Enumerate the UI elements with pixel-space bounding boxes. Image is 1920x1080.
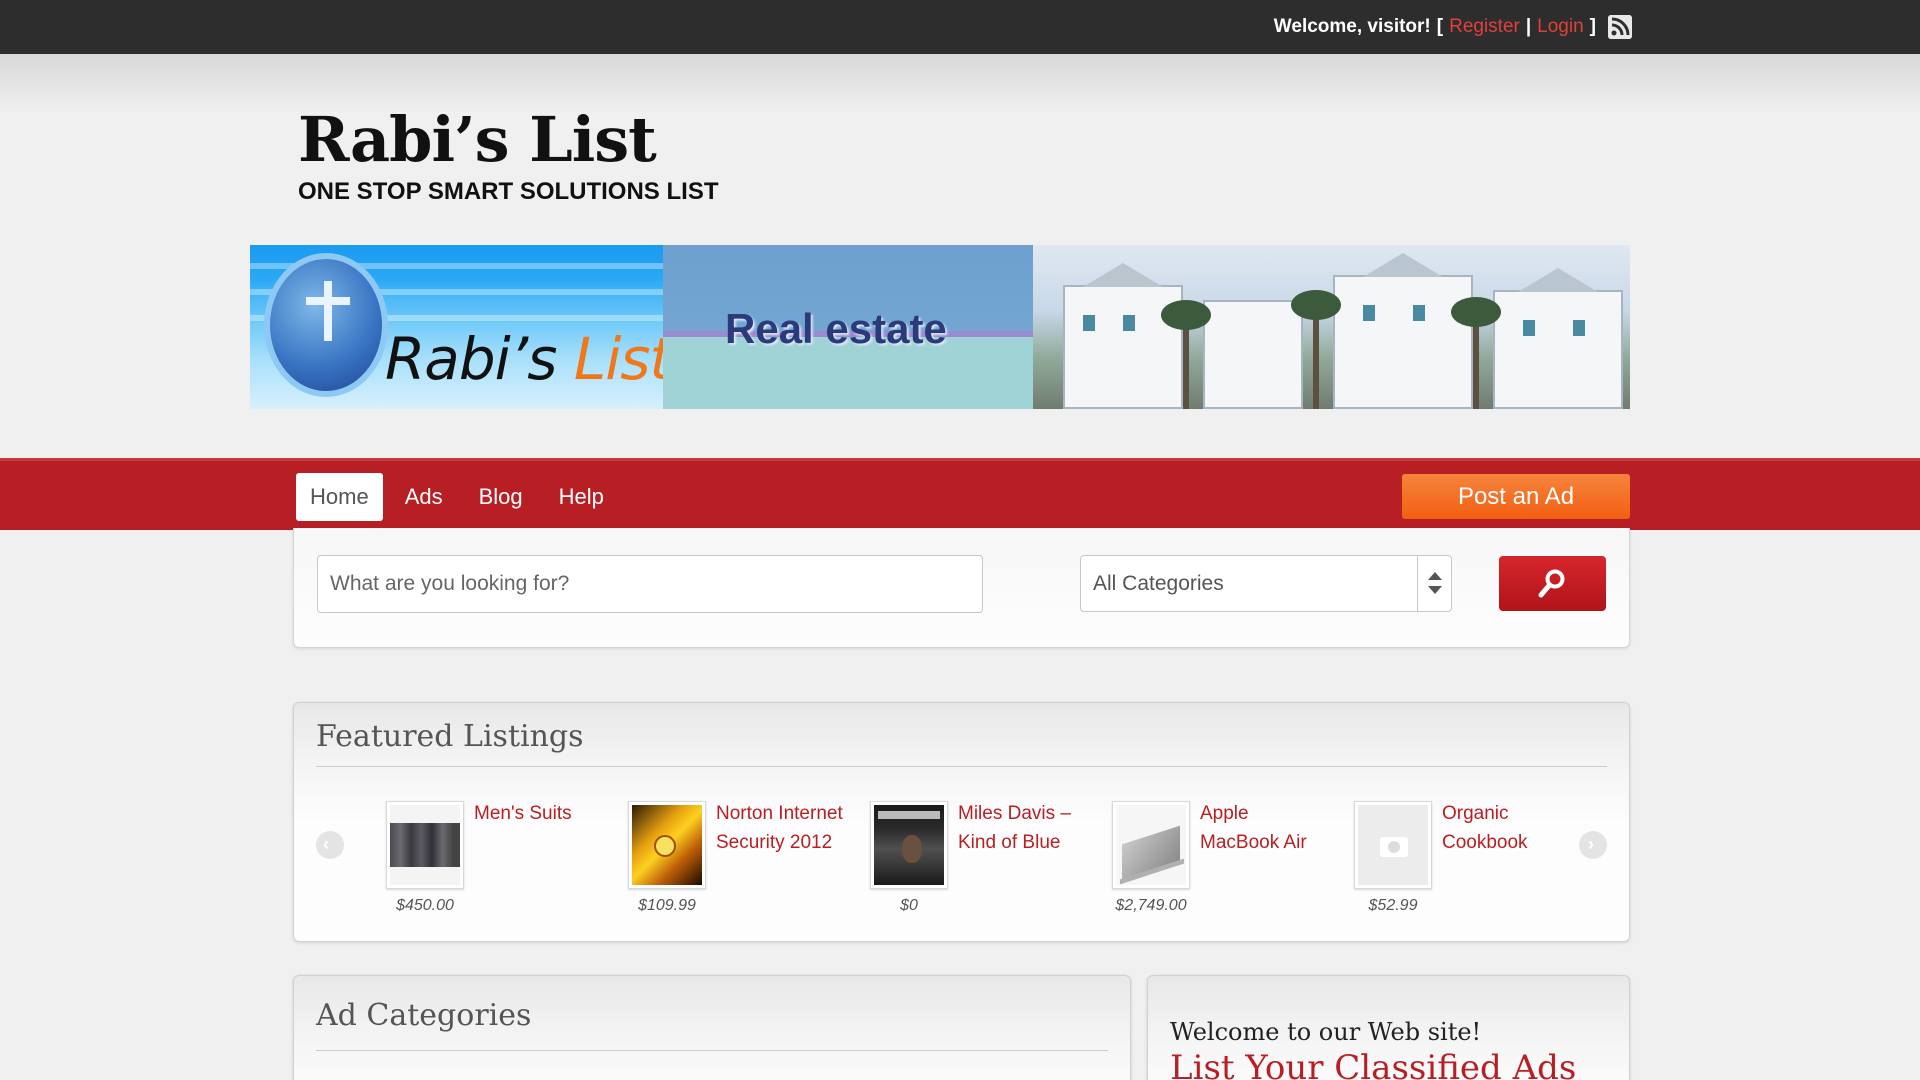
featured-listings-title: Featured Listings [316, 719, 584, 754]
carousel-next-button[interactable]: › [1579, 831, 1607, 859]
listing-thumbnail[interactable] [1112, 801, 1190, 889]
select-arrows-icon [1417, 556, 1451, 611]
banner-brand-text: Rabi’s List [385, 325, 672, 393]
rss-icon[interactable] [1608, 15, 1632, 39]
logo-tagline: ONE STOP SMART SOLUTIONS LIST [298, 178, 719, 205]
site-logo[interactable]: Rabi’s List ONE STOP SMART SOLUTIONS LIS… [298, 104, 718, 206]
chevron-left-icon: ‹ [323, 834, 329, 854]
user-welcome-area: Welcome, visitor! [ Register | Login ] [1274, 12, 1632, 42]
nav-help[interactable]: Help [545, 473, 618, 521]
main-navbar: Home Ads Blog Help Post an Ad [0, 458, 1920, 530]
nav-blog[interactable]: Blog [465, 473, 537, 521]
separator: | [1525, 16, 1532, 37]
header-background [0, 54, 1920, 114]
search-icon [1538, 569, 1565, 598]
chevron-right-icon: › [1588, 834, 1594, 854]
listing-thumbnail[interactable] [628, 801, 706, 889]
close-bracket: ] [1589, 16, 1596, 37]
listing-item[interactable]: Miles Davis – Kind of Blue $0 [870, 799, 1090, 929]
banner-brand-accent: List [573, 325, 672, 393]
globe-icon [264, 253, 388, 397]
listing-item[interactable]: Norton Internet Security 2012 $109.99 [628, 799, 848, 929]
ad-categories-title: Ad Categories [316, 998, 532, 1033]
listing-price: $450.00 [396, 897, 454, 914]
listing-price: $0 [900, 897, 918, 914]
listing-price: $109.99 [638, 897, 696, 914]
category-selected-value: All Categories [1093, 571, 1224, 595]
banner-building-image [1033, 245, 1630, 409]
listing-thumbnail[interactable] [870, 801, 948, 889]
listing-price: $52.99 [1368, 897, 1418, 914]
listing-thumbnail[interactable] [1354, 801, 1432, 889]
banner-middle-section: Real estate [663, 245, 1033, 409]
listing-title[interactable]: Men's Suits [474, 799, 604, 828]
listing-item[interactable]: Organic Cookbook $52.99 [1354, 799, 1574, 929]
category-select[interactable]: All Categories [1080, 555, 1452, 612]
divider [316, 766, 1607, 767]
nav-menu: Home Ads Blog Help [296, 473, 626, 521]
ad-categories-panel: Ad Categories [293, 975, 1131, 1080]
banner-brand-main: Rabi’s [385, 325, 574, 393]
search-panel: What are you looking for? All Categories [293, 528, 1630, 648]
nav-ads[interactable]: Ads [391, 473, 457, 521]
welcome-text: Welcome, visitor! [1273, 16, 1431, 37]
banner-brand-section: Rabi’s List [250, 245, 672, 409]
divider [316, 1050, 1108, 1051]
search-button[interactable] [1499, 556, 1606, 611]
listing-title[interactable]: Organic Cookbook [1442, 799, 1572, 857]
register-link[interactable]: Register [1449, 16, 1520, 38]
listing-price: $2,749.00 [1115, 897, 1187, 914]
logo-title: Rabi’s List [298, 103, 657, 176]
welcome-message: Welcome to our Web site! [1170, 1018, 1482, 1046]
listing-title[interactable]: Miles Davis – Kind of Blue [958, 799, 1088, 857]
camera-icon [1380, 837, 1408, 857]
listing-thumbnail[interactable] [386, 801, 464, 889]
open-bracket: [ [1436, 16, 1444, 37]
search-input[interactable]: What are you looking for? [317, 555, 983, 613]
login-link[interactable]: Login [1537, 16, 1584, 38]
listing-item[interactable]: Men's Suits $450.00 [386, 799, 606, 929]
welcome-headline: List Your Classified Ads [1170, 1048, 1577, 1080]
top-bar: Welcome, visitor! [ Register | Login ] [0, 0, 1920, 54]
header-banner: Rabi’s List Real estate [250, 245, 1630, 409]
listing-item[interactable]: Apple MacBook Air $2,749.00 [1112, 799, 1332, 929]
welcome-panel: Welcome to our Web site! List Your Class… [1147, 975, 1630, 1080]
post-ad-button[interactable]: Post an Ad [1402, 474, 1630, 519]
banner-real-estate-text: Real estate [725, 305, 947, 352]
listing-title[interactable]: Apple MacBook Air [1200, 799, 1330, 857]
listing-title[interactable]: Norton Internet Security 2012 [716, 799, 846, 857]
nav-home[interactable]: Home [296, 473, 383, 521]
featured-listings-panel: Featured Listings ‹ › Men's Suits $450.0… [293, 702, 1630, 942]
carousel-prev-button[interactable]: ‹ [316, 831, 344, 859]
